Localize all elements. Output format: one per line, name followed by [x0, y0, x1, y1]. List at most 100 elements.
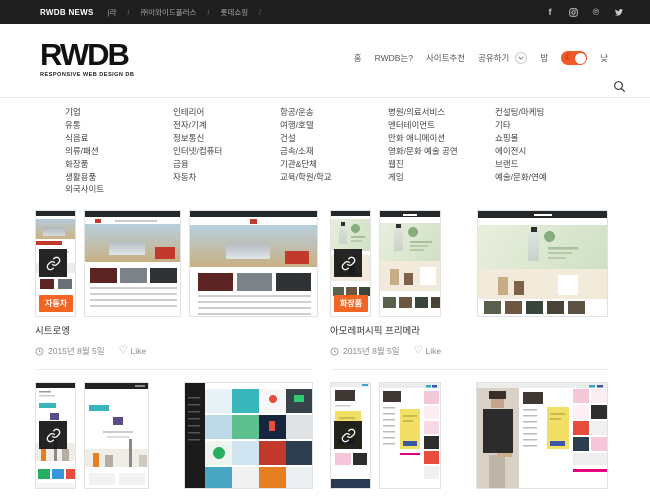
category-link[interactable]: 인터넷/컴퓨터: [173, 145, 280, 158]
news-separator: /: [207, 8, 209, 17]
category-link[interactable]: 에이전시: [495, 145, 547, 158]
category-link[interactable]: 항공/운송: [280, 106, 388, 119]
news-link[interactable]: |라: [108, 7, 117, 18]
site-card: 자동차 시트로엥 2015년 8월 5일 ♡ Like: [35, 210, 313, 370]
category-link[interactable]: 만화 애니메이션: [388, 132, 495, 145]
heart-icon: ♡: [414, 347, 423, 355]
site-card: [330, 382, 608, 489]
category-link[interactable]: 브랜드: [495, 158, 547, 171]
nav-item-home[interactable]: 홈: [354, 52, 362, 64]
nav-item-about[interactable]: RWDB는?: [375, 52, 413, 64]
like-label: Like: [426, 346, 442, 356]
card-divider: [330, 369, 608, 370]
category-link[interactable]: 웹진: [388, 158, 495, 171]
main-nav: 홈 RWDB는? 사이트추천 공유하기 밤 ☾ 낮: [354, 51, 608, 65]
category-link[interactable]: 여행/호텔: [280, 119, 388, 132]
site-logo[interactable]: RWDB RESPONSIVE WEB DESIGN DB: [40, 41, 134, 78]
moon-icon: ☾: [565, 52, 573, 63]
social-links: f ℗: [543, 6, 626, 18]
news-separator: /: [128, 8, 130, 17]
category-link[interactable]: 쇼핑몰: [495, 132, 547, 145]
top-news-bar: RWDB NEWS |라 / ㈜이와이드플러스 / 롯데쇼핑 / f ℗: [0, 0, 650, 24]
card-meta: 2015년 8월 5일 ♡ Like: [35, 345, 313, 357]
twitter-icon[interactable]: [612, 6, 626, 18]
night-mode-label: 밤: [540, 52, 548, 64]
category-grid: 기업 유통 식음료 의류/패션 화장품 생활용품 외국사이트 인테리어 전자/기…: [65, 106, 547, 196]
category-link[interactable]: 자동차: [173, 171, 280, 184]
card-title[interactable]: 아모레퍼시픽 프리메라: [330, 323, 608, 337]
category-column: 인테리어 전자/기계 정보통신 인터넷/컴퓨터 금융 자동차: [173, 106, 280, 196]
category-link[interactable]: 인테리어: [173, 106, 280, 119]
screenshot-mobile[interactable]: [35, 382, 76, 489]
category-link[interactable]: 식음료: [65, 132, 173, 145]
card-meta: 2015년 8월 5일 ♡ Like: [330, 345, 608, 357]
category-link[interactable]: 영화/문화 예술 공연: [388, 145, 495, 158]
news-link[interactable]: 롯데쇼핑: [221, 7, 249, 18]
screenshot-desktop[interactable]: [184, 382, 313, 489]
like-label: Like: [131, 346, 147, 356]
chain-link-icon[interactable]: [334, 421, 362, 449]
screenshot-mobile[interactable]: [330, 382, 371, 489]
screenshot-desktop[interactable]: [189, 210, 318, 317]
category-link[interactable]: 컨설팅/마케팅: [495, 106, 547, 119]
chevron-down-icon[interactable]: [515, 52, 527, 64]
category-link[interactable]: 병원/의료서비스: [388, 106, 495, 119]
category-link[interactable]: 예술/문화/연예: [495, 171, 547, 184]
facebook-icon[interactable]: f: [543, 6, 557, 18]
category-link[interactable]: 기관&단체: [280, 158, 388, 171]
screenshot-mobile[interactable]: 자동차: [35, 210, 76, 317]
news-brand[interactable]: RWDB NEWS: [40, 8, 94, 17]
category-column: 컨설팅/마케팅 기타 쇼핑몰 에이전시 브랜드 예술/문화/연예: [495, 106, 547, 196]
category-column: 기업 유통 식음료 의류/패션 화장품 생활용품 외국사이트: [65, 106, 173, 196]
category-link[interactable]: 게임: [388, 171, 495, 184]
logo-wordmark: RWDB: [40, 41, 134, 69]
category-column: 항공/운송 여행/호텔 건설 금속/소재 기관&단체 교육/학원/학교: [280, 106, 388, 196]
category-link[interactable]: 의류/패션: [65, 145, 173, 158]
category-link[interactable]: 유통: [65, 119, 173, 132]
category-badge[interactable]: 자동차: [39, 295, 73, 312]
logo-tagline: RESPONSIVE WEB DESIGN DB: [40, 72, 134, 78]
category-link[interactable]: 교육/학원/학교: [280, 171, 388, 184]
like-button[interactable]: ♡ Like: [414, 346, 442, 356]
category-link[interactable]: 외국사이트: [65, 183, 173, 196]
screenshot-tablet[interactable]: [84, 210, 181, 317]
day-night-toggle[interactable]: ☾: [561, 51, 587, 65]
news-link[interactable]: ㈜이와이드플러스: [141, 7, 197, 18]
search-icon[interactable]: [613, 80, 626, 93]
like-button[interactable]: ♡ Like: [119, 346, 147, 356]
day-mode-label: 낮: [600, 52, 608, 64]
category-link[interactable]: 전자/기계: [173, 119, 280, 132]
category-badge[interactable]: 화장품: [334, 295, 368, 312]
card-title[interactable]: 시트로엥: [35, 323, 313, 337]
chain-link-icon[interactable]: [39, 249, 67, 277]
screenshot-set: [35, 382, 313, 489]
instagram-icon[interactable]: [566, 6, 580, 18]
chain-link-icon[interactable]: [334, 249, 362, 277]
screenshot-tablet[interactable]: [84, 382, 149, 489]
chain-link-icon[interactable]: [39, 421, 67, 449]
site-card: [35, 382, 313, 489]
category-link[interactable]: 생활용품: [65, 171, 173, 184]
screenshot-set: 화장품: [330, 210, 608, 317]
pinterest-icon[interactable]: ℗: [589, 6, 603, 18]
clock-icon: [35, 347, 44, 356]
category-link[interactable]: 금속/소재: [280, 145, 388, 158]
screenshot-tablet[interactable]: [379, 382, 441, 489]
category-link[interactable]: 정보통신: [173, 132, 280, 145]
news-ticker: |라 / ㈜이와이드플러스 / 롯데쇼핑 /: [108, 7, 262, 18]
category-link[interactable]: 건설: [280, 132, 388, 145]
category-link[interactable]: 기타: [495, 119, 547, 132]
card-grid: 자동차 시트로엥 2015년 8월 5일 ♡ Like 화장품: [35, 210, 608, 501]
category-link[interactable]: 엔터테이먼트: [388, 119, 495, 132]
screenshot-set: [330, 382, 608, 489]
screenshot-desktop[interactable]: [476, 382, 608, 489]
screenshot-desktop[interactable]: [477, 210, 608, 317]
category-link[interactable]: 화장품: [65, 158, 173, 171]
nav-item-suggest[interactable]: 사이트추천: [426, 52, 465, 64]
nav-item-share[interactable]: 공유하기: [478, 52, 509, 64]
category-link[interactable]: 금융: [173, 158, 280, 171]
category-link[interactable]: 기업: [65, 106, 173, 119]
category-column: 병원/의료서비스 엔터테이먼트 만화 애니메이션 영화/문화 예술 공연 웹진 …: [388, 106, 495, 196]
screenshot-tablet[interactable]: [379, 210, 441, 317]
screenshot-mobile[interactable]: 화장품: [330, 210, 371, 317]
